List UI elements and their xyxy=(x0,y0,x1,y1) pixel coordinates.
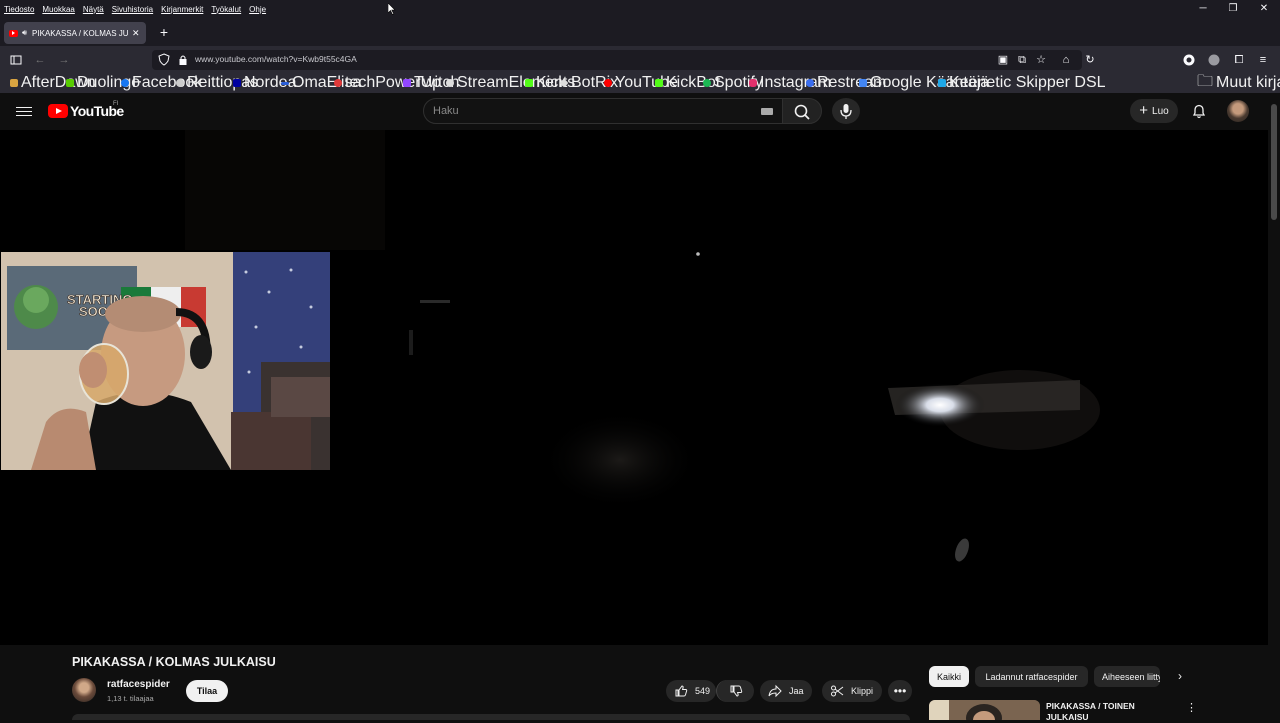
search-input[interactable] xyxy=(433,103,733,119)
chip-all[interactable]: Kaikki xyxy=(929,666,969,687)
menu-file[interactable]: Tiedosto xyxy=(2,5,36,14)
thumbs-up-icon xyxy=(675,685,688,697)
clip-button[interactable]: Klippi xyxy=(822,680,882,702)
bookmark-icon xyxy=(334,79,342,87)
bookmark-icon xyxy=(403,79,411,87)
url-text: www.youtube.com/watch?v=Kwb9t55c4GA xyxy=(195,54,357,64)
channel-avatar[interactable] xyxy=(72,678,96,702)
other-bookmarks[interactable]: 🗀︎Muut kirjanmerkit xyxy=(1197,73,1280,92)
notifications-bell-icon[interactable] xyxy=(1190,102,1208,120)
tab-strip xyxy=(0,18,1280,46)
back-icon[interactable]: ← xyxy=(32,52,48,68)
microphone-icon xyxy=(840,104,852,119)
subscribe-button[interactable]: Tilaa xyxy=(186,680,228,702)
bookmark-icon xyxy=(655,79,663,87)
chip-from-channel[interactable]: Ladannut ratfacespider xyxy=(975,666,1088,687)
search-button[interactable] xyxy=(782,98,822,124)
bookmark-icon xyxy=(749,79,757,87)
bookmark-icon xyxy=(66,79,74,87)
scissors-icon xyxy=(831,685,844,697)
shield-icon[interactable] xyxy=(158,53,170,66)
extension-icon[interactable] xyxy=(1206,52,1222,68)
bookmarks-list: AfterDawn Duolingo Facebook Reittiopas N… xyxy=(0,73,1280,93)
reload-icon[interactable]: ↻ xyxy=(1082,52,1098,68)
close-window-icon[interactable]: ✕ xyxy=(1249,1,1279,17)
menu-history[interactable]: Sivuhistoria xyxy=(110,5,155,14)
bookmark-icon xyxy=(233,79,241,87)
user-avatar[interactable] xyxy=(1227,100,1249,122)
bookmark-icon xyxy=(806,79,814,87)
video-title: PIKAKASSA / KOLMAS JULKAISU xyxy=(72,655,276,669)
tab-youtube[interactable]: 🔊︎ PIKAKASSA / KOLMAS JULKAISU ✕ xyxy=(4,22,146,44)
bookmark-icon xyxy=(121,79,129,87)
description-box[interactable] xyxy=(72,714,910,720)
minimize-icon[interactable]: ─ xyxy=(1188,1,1218,17)
reader-view-icon[interactable]: ▣ xyxy=(995,52,1011,68)
channel-name[interactable]: ratfacespider xyxy=(107,679,170,690)
share-button[interactable]: Jaa xyxy=(760,680,812,702)
chevron-right-icon[interactable]: › xyxy=(1171,669,1189,685)
app-menu-icon[interactable]: ≡ xyxy=(1255,52,1271,68)
subscriber-count: 1,13 t. tilaajaa xyxy=(107,694,154,703)
youtube-favicon-icon xyxy=(9,29,18,37)
bookmark-icon xyxy=(176,79,184,87)
webcam-overlay: STARTING SOON xyxy=(1,252,330,470)
more-horizontal-icon: ••• xyxy=(893,684,907,698)
account-icon[interactable] xyxy=(1181,52,1197,68)
close-tab-icon[interactable]: ✕ xyxy=(132,28,140,39)
speaker-icon[interactable]: 🔊︎ xyxy=(22,28,27,38)
bookmark-icon xyxy=(525,79,533,87)
share-icon xyxy=(768,684,782,698)
youtube-logo-icon[interactable] xyxy=(48,104,68,118)
like-button[interactable]: 549 xyxy=(666,680,716,702)
voice-search-button[interactable] xyxy=(832,98,860,124)
bookmark-icon xyxy=(446,79,454,87)
bookmark-icon xyxy=(10,79,18,87)
search-icon xyxy=(794,104,810,120)
guide-menu-icon[interactable] xyxy=(16,104,32,118)
bookmark-icon xyxy=(703,79,711,87)
home-icon[interactable]: ⌂ xyxy=(1058,52,1074,68)
more-vertical-icon[interactable]: ⋮ xyxy=(1186,701,1197,715)
sidebar-toggle-icon[interactable] xyxy=(8,52,24,68)
tab-title: PIKAKASSA / KOLMAS JULKAISU xyxy=(32,28,129,38)
browser-menubar: Tiedosto Muokkaa Näytä Sivuhistoria Kirj… xyxy=(0,0,1280,18)
extensions-puzzle-icon[interactable]: ⧠ xyxy=(1231,52,1247,68)
menu-tools[interactable]: Työkalut xyxy=(209,5,243,14)
bookmark-icon xyxy=(281,81,289,85)
bookmark-star-icon[interactable]: ☆ xyxy=(1033,52,1049,68)
menu-bookmarks[interactable]: Kirjanmerkit xyxy=(159,5,205,14)
lock-icon[interactable] xyxy=(178,54,188,66)
menu-view[interactable]: Näytä xyxy=(81,5,106,14)
menu-edit[interactable]: Muokkaa xyxy=(40,5,76,14)
chip-related[interactable]: Aiheeseen liittyvät xyxy=(1094,666,1160,687)
dislike-button[interactable] xyxy=(716,680,754,702)
bookmark-icon xyxy=(859,79,867,87)
plus-icon: + xyxy=(1139,102,1149,119)
pip-icon[interactable]: ⧉ xyxy=(1014,52,1030,68)
bookmark-icon xyxy=(604,79,612,87)
cursor-icon xyxy=(388,3,396,15)
create-button[interactable]: + Luo xyxy=(1130,99,1178,123)
bookmark-icon xyxy=(938,79,946,87)
recommended-thumbnail[interactable] xyxy=(929,700,1040,720)
restore-icon[interactable]: ❐ xyxy=(1218,1,1248,17)
menu-help[interactable]: Ohje xyxy=(247,5,268,14)
bookmark-icon xyxy=(559,78,569,88)
bookmark-item[interactable]: Keenetic Skipper DSL xyxy=(938,74,1106,91)
keyboard-icon[interactable] xyxy=(761,108,773,115)
thumbs-down-icon xyxy=(730,685,742,697)
country-code: FI xyxy=(113,101,119,107)
more-actions-button[interactable]: ••• xyxy=(888,680,912,702)
like-count: 549 xyxy=(695,686,711,696)
new-tab-button[interactable]: + xyxy=(156,24,172,40)
scrollbar-thumb[interactable] xyxy=(1271,104,1277,220)
forward-icon[interactable]: → xyxy=(56,52,72,68)
